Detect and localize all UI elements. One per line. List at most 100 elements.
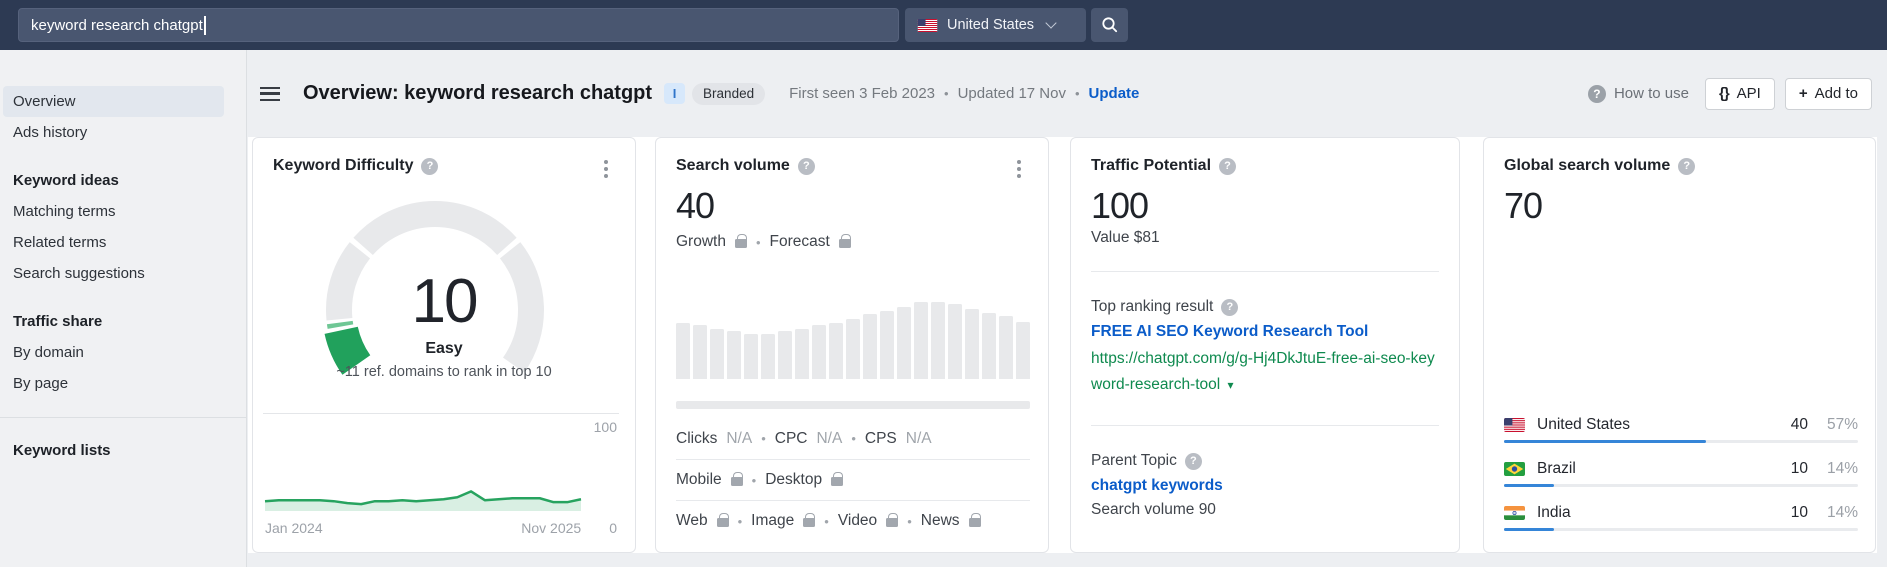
bullet-separator: • [756,235,761,250]
top-ranking-result-link[interactable]: FREE AI SEO Keyword Research Tool [1091,323,1439,341]
global-search-volume-card: Global search volume ? 70 United States4… [1483,137,1876,553]
bullet-separator: • [824,514,829,529]
country-row-us[interactable]: United States4057% [1504,410,1858,454]
branded-badge: Branded [692,83,765,105]
kebab-menu-icon[interactable] [604,167,608,171]
country-line: India1014% [1504,498,1858,528]
country-volume-list: United States4057% Brazil1014% India1014… [1504,410,1858,542]
top-ranking-result-url[interactable]: https://chatgpt.com/g/g-Hj4DkJtuE-free-a… [1091,346,1439,398]
metric-label-web: Web [676,512,708,530]
country-percent: 14% [1820,460,1858,478]
volume-bar [846,319,860,379]
volume-bar [744,334,758,379]
help-icon[interactable]: ? [798,158,815,175]
search-icon [1101,16,1119,34]
metric-row-1: Mobile•Desktop [676,459,1030,500]
volume-bar [897,307,911,379]
volume-bar [795,329,809,379]
difficulty-label: Easy [253,340,635,358]
bullet-separator: • [907,514,912,529]
help-icon[interactable]: ? [1678,158,1695,175]
updated-text: Updated 17 Nov [958,85,1066,102]
bullet-separator: • [752,473,757,488]
metric-label-mobile: Mobile [676,471,722,489]
help-icon[interactable]: ? [421,158,438,175]
metric-label-cps: CPS [865,430,897,448]
parent-topic-link[interactable]: chatgpt keywords [1091,477,1439,495]
volume-bar [676,323,690,379]
keyword-difficulty-title: Keyword Difficulty [273,157,413,175]
metric-label-video: Video [838,512,877,530]
lock-icon [735,239,747,248]
add-to-button-label: Add to [1815,85,1858,102]
sidebar-section-keyword-lists: Keyword lists [3,435,224,466]
country-row-br[interactable]: Brazil1014% [1504,454,1858,498]
braces-icon: {} [1719,85,1729,102]
traffic-value-text: Value $81 [1091,229,1439,247]
country-row-in[interactable]: India1014% [1504,498,1858,542]
metric-label-image: Image [751,512,794,530]
country-percent: 14% [1820,504,1858,522]
top-search-bar: United States [0,0,1887,50]
country-line: Brazil1014% [1504,454,1858,484]
volume-bar [693,325,707,379]
country-name: India [1537,504,1779,522]
country-share-bar [1504,440,1706,443]
help-icon[interactable]: ? [1219,158,1236,175]
volume-bar [812,325,826,379]
update-link[interactable]: Update [1089,85,1140,102]
country-selector-label: United States [947,17,1034,33]
traffic-potential-card: Traffic Potential ? 100 Value $81 Top ra… [1070,137,1460,553]
add-to-button[interactable]: + Add to [1785,78,1872,110]
us-flag-icon [1504,418,1525,432]
card-title: Global search volume ? [1504,157,1695,175]
search-volume-title: Search volume [676,157,790,175]
metric-label-cpc: CPC [775,430,808,448]
lock-icon [803,518,815,527]
lock-icon [831,477,843,486]
kebab-menu-icon[interactable] [1017,167,1021,171]
api-button[interactable]: {} API [1705,78,1775,110]
text-cursor [204,16,206,35]
traffic-potential-title: Traffic Potential [1091,157,1211,175]
metric-row-0: ClicksN/A•CPCN/A•CPSN/A [676,418,1030,459]
metric-label-forecast: Forecast [770,233,830,251]
country-selector[interactable]: United States [905,8,1086,42]
timeline-scrubber[interactable] [676,401,1030,409]
parent-topic-label: Parent Topic ? [1091,452,1439,470]
intent-badge[interactable]: I [664,83,685,104]
top-ranking-label-text: Top ranking result [1091,298,1213,316]
global-search-volume-title: Global search volume [1504,157,1670,175]
search-button[interactable] [1091,8,1128,42]
volume-bar [914,302,928,379]
difficulty-history-sparkline [263,413,583,513]
lock-icon [731,477,743,486]
sidebar-item-by-domain[interactable]: By domain [3,337,224,368]
y-axis-min-label: 0 [609,520,617,536]
sidebar-item-ads-history[interactable]: Ads history [3,117,224,148]
header-meta: First seen 3 Feb 2023 • Updated 17 Nov •… [789,85,1139,102]
help-icon[interactable]: ? [1221,299,1238,316]
country-percent: 57% [1820,416,1858,434]
search-volume-value: 40 [676,185,714,227]
chevron-down-icon [1045,17,1056,28]
menu-toggle-button[interactable] [260,87,280,101]
volume-bar [829,323,843,379]
sidebar-item-overview[interactable]: Overview [3,86,224,117]
sidebar-item-matching-terms[interactable]: Matching terms [3,196,224,227]
bullet-separator: • [944,86,949,101]
sidebar-item-search-suggestions[interactable]: Search suggestions [3,258,224,289]
sidebar-item-by-page[interactable]: By page [3,368,224,399]
how-to-use-link[interactable]: ? How to use [1588,85,1689,103]
keyword-search-input[interactable] [18,8,899,42]
volume-bar [948,304,962,379]
divider [1091,271,1439,272]
volume-bar [710,329,724,379]
sidebar-item-related-terms[interactable]: Related terms [3,227,224,258]
help-icon[interactable]: ? [1185,453,1202,470]
parent-topic-label-text: Parent Topic [1091,452,1177,470]
keyword-difficulty-card: Keyword Difficulty ? 10 Easy ~11 ref. do… [252,137,636,553]
caret-down-icon[interactable]: ▾ [1228,378,1234,392]
volume-bar [931,302,945,379]
help-icon: ? [1588,85,1606,103]
